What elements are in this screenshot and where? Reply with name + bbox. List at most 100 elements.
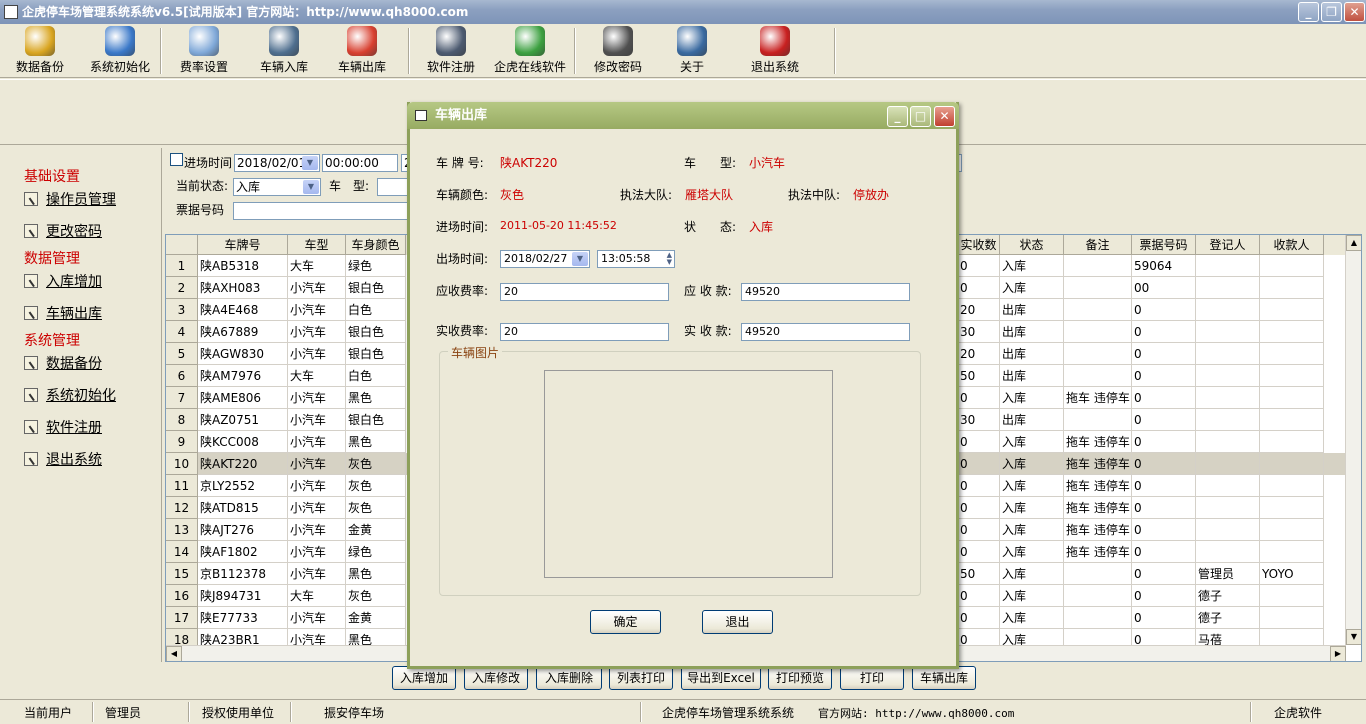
- cell-note: [1064, 365, 1132, 387]
- sidebar: 基础设置 操作员管理 更改密码 数据管理 入库增加 车辆出库 系统管理 数据备份 系统初始化 软件…: [2, 148, 162, 662]
- toolbar-button-0[interactable]: 数据备份: [6, 26, 74, 76]
- dialog-close-button[interactable]: ✕: [934, 106, 955, 127]
- scroll-up-arrow[interactable]: ▲: [1346, 235, 1361, 251]
- toolbar-button-6[interactable]: 企虎在线软件: [488, 26, 572, 76]
- dialog-maximize-button[interactable]: □: [910, 106, 931, 127]
- entry-time-spinner[interactable]: 00:00:00: [322, 154, 398, 172]
- toolbar-button-9[interactable]: 退出系统: [742, 26, 808, 76]
- paid-fee-value: 20: [504, 325, 518, 338]
- paid-fee-input[interactable]: 20: [500, 323, 669, 341]
- toolbar-button-5[interactable]: 软件注册: [418, 26, 484, 76]
- plate-label: 车 牌 号:: [436, 156, 484, 170]
- action-button[interactable]: 打印预览: [768, 666, 832, 690]
- action-button[interactable]: 打印: [840, 666, 904, 690]
- close-button[interactable]: ✕: [1344, 2, 1365, 22]
- toolbar-button-7[interactable]: 修改密码: [586, 26, 650, 76]
- toolbar-button-1[interactable]: 系统初始化: [84, 26, 156, 76]
- type-input[interactable]: [377, 178, 409, 196]
- ticket-input[interactable]: [233, 202, 409, 220]
- cell-ticket: 0: [1132, 343, 1196, 365]
- ok-button[interactable]: 确定: [590, 610, 661, 634]
- sidebar-item[interactable]: 退出系统: [24, 450, 102, 470]
- column-header[interactable]: 备注: [1064, 235, 1132, 255]
- due-fee-value: 20: [504, 285, 518, 298]
- due-amount-input[interactable]: 49520: [741, 283, 910, 301]
- toolbar-button-2[interactable]: 费率设置: [172, 26, 236, 76]
- action-button[interactable]: 列表打印: [609, 666, 673, 690]
- cell-type: 小汽车: [288, 299, 346, 321]
- column-header[interactable]: 车身颜色: [346, 235, 406, 255]
- cell-type: 大车: [288, 585, 346, 607]
- scroll-down-arrow[interactable]: ▼: [1346, 629, 1361, 645]
- vertical-scrollbar[interactable]: ▲ ▼: [1345, 235, 1361, 645]
- column-header[interactable]: 票据号码: [1132, 235, 1196, 255]
- cell-reg: [1196, 255, 1260, 277]
- cell-type: 小汽车: [288, 431, 346, 453]
- cell-plate: 陕AGW830: [198, 343, 288, 365]
- column-header[interactable]: 车牌号: [198, 235, 288, 255]
- magnifier-icon: [189, 26, 219, 56]
- toolbar-button-4[interactable]: 车辆出库: [330, 26, 394, 76]
- sidebar-item[interactable]: 数据备份: [24, 354, 102, 374]
- action-button[interactable]: 导出到Excel: [681, 666, 761, 690]
- paid-amount-input[interactable]: 49520: [741, 323, 910, 341]
- cell-plate: 陕AKT220: [198, 453, 288, 475]
- column-header[interactable]: 登记人: [1196, 235, 1260, 255]
- sidebar-item[interactable]: 操作员管理: [24, 190, 116, 210]
- type-label: 车 型:: [329, 179, 370, 193]
- cell-cashier: [1260, 299, 1324, 321]
- action-button[interactable]: 入库修改: [464, 666, 528, 690]
- type-value: 小汽车: [749, 156, 786, 170]
- exit-time-spinner[interactable]: 13:05:58 ▲ ▼: [597, 250, 675, 268]
- cell-color: 银白色: [346, 343, 406, 365]
- sidebar-item[interactable]: 系统初始化: [24, 386, 116, 406]
- cell-reg: [1196, 519, 1260, 541]
- action-button[interactable]: 入库删除: [536, 666, 602, 690]
- sidebar-item[interactable]: 软件注册: [24, 418, 102, 438]
- cell-reg: [1196, 475, 1260, 497]
- toolbar-button-8[interactable]: 关于: [670, 26, 714, 76]
- entry-date-picker[interactable]: 2018/02/01 ▼: [234, 154, 320, 172]
- dialog-minimize-button[interactable]: _: [887, 106, 908, 127]
- cell-color: 白色: [346, 299, 406, 321]
- sidebar-item[interactable]: 车辆出库: [24, 304, 102, 324]
- cell-ticket: 0: [1132, 519, 1196, 541]
- cell-paid: 0: [958, 277, 1000, 299]
- row-number: 2: [166, 277, 198, 299]
- status-select[interactable]: 入库 ▼: [233, 178, 321, 196]
- column-header[interactable]: 状态: [1000, 235, 1064, 255]
- dialog-exit-button[interactable]: 退出: [702, 610, 773, 634]
- due-fee-input[interactable]: 20: [500, 283, 669, 301]
- cell-paid: 0: [958, 607, 1000, 629]
- sidebar-item-label: 数据备份: [46, 356, 102, 372]
- minimize-button[interactable]: _: [1298, 2, 1319, 22]
- column-header[interactable]: 实收数: [958, 235, 1000, 255]
- toolbar-button-3[interactable]: 车辆入库: [252, 26, 316, 76]
- cell-cashier: [1260, 365, 1324, 387]
- exit-date-picker[interactable]: 2018/02/27 ▼: [500, 250, 590, 268]
- row-number: 8: [166, 409, 198, 431]
- toolbar: 数据备份 系统初始化 费率设置 车辆入库 车辆出库 软件注册 企虎在线软件 修改密码 关于 退出系…: [0, 24, 1366, 78]
- column-header[interactable]: 车型: [288, 235, 346, 255]
- chevron-down-icon: ▼: [303, 180, 319, 194]
- restore-button[interactable]: ❐: [1321, 2, 1342, 22]
- sidebar-item[interactable]: 入库增加: [24, 272, 102, 292]
- car-out-icon: [347, 26, 377, 56]
- action-button[interactable]: 车辆出库: [912, 666, 976, 690]
- column-header[interactable]: 收款人: [1260, 235, 1324, 255]
- scroll-left-arrow[interactable]: ◀: [166, 646, 182, 661]
- action-button[interactable]: 入库增加: [392, 666, 456, 690]
- cell-note: [1064, 607, 1132, 629]
- sidebar-item[interactable]: 更改密码: [24, 222, 102, 242]
- scroll-right-arrow[interactable]: ▶: [1330, 646, 1346, 661]
- cell-note: 拖车 违停车: [1064, 497, 1132, 519]
- entry-time-checkbox[interactable]: [170, 153, 183, 166]
- cell-reg: 德子: [1196, 607, 1260, 629]
- sidebar-item-label: 软件注册: [46, 420, 102, 436]
- edit-icon: [24, 388, 38, 402]
- cell-type: 小汽车: [288, 277, 346, 299]
- cell-color: 银白色: [346, 409, 406, 431]
- due-amount-value: 49520: [745, 285, 780, 298]
- cell-type: 小汽车: [288, 387, 346, 409]
- cell-ticket: 0: [1132, 321, 1196, 343]
